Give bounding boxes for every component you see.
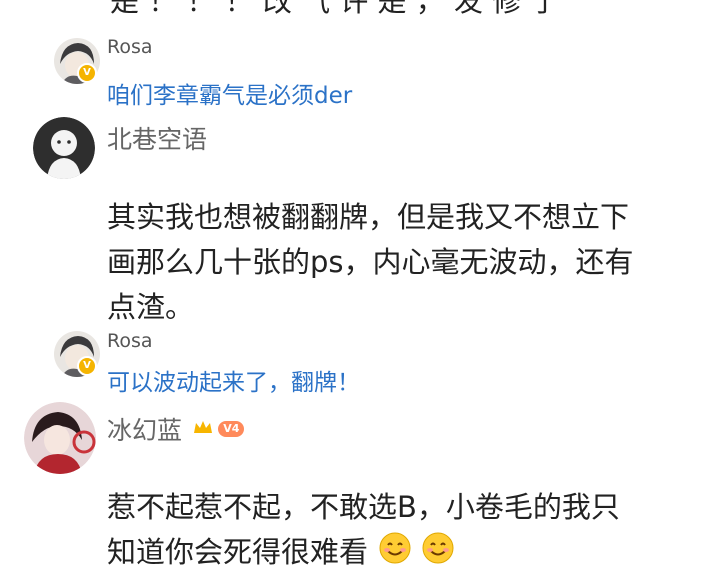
verified-badge-icon: V <box>77 356 97 376</box>
comment-line: 知道你会死得很难看 <box>107 530 707 577</box>
reply-text: 可以波动起来了，翻牌！ <box>107 370 360 396</box>
comment[interactable] <box>33 117 95 179</box>
smiling-face-icon <box>379 532 411 577</box>
comment-username[interactable]: 冰幻蓝 <box>107 416 182 445</box>
comment-username[interactable]: 北巷空语 <box>107 120 207 156</box>
anime-avatar[interactable] <box>24 402 96 474</box>
comment-body: 其实我也想被翻翻牌，但是我又不想立下 画那么几十张的ps，内心毫无波动，还有 点… <box>107 195 707 330</box>
default-avatar[interactable] <box>33 117 95 179</box>
reply-text: 咱们李章霸气是必须der <box>107 83 353 109</box>
comment-line: 惹不起惹不起，不敢选B，小卷毛的我只 <box>107 490 620 524</box>
comment-line: 点渣。 <box>107 290 195 324</box>
reply-username[interactable]: Rosa <box>107 330 153 352</box>
comment-line: 画那么几十张的ps，内心毫无波动，还有 <box>107 245 634 279</box>
comment-line: 其实我也想被翻翻牌，但是我又不想立下 <box>107 200 630 234</box>
comment[interactable] <box>24 402 96 474</box>
crown-icon <box>193 419 213 439</box>
reply-username[interactable]: Rosa <box>107 36 153 58</box>
smiling-face-icon <box>422 532 454 577</box>
comment-header: 冰幻蓝 V4 <box>107 411 245 447</box>
level-badge: V4 <box>218 421 245 437</box>
verified-badge-icon: V <box>77 63 97 83</box>
comment-line-text: 知道你会死得很难看 <box>107 535 369 569</box>
partial-comment-text: 是 ！ ！ ！ 改 气 许 是 ， 发 修 了 <box>110 0 560 18</box>
